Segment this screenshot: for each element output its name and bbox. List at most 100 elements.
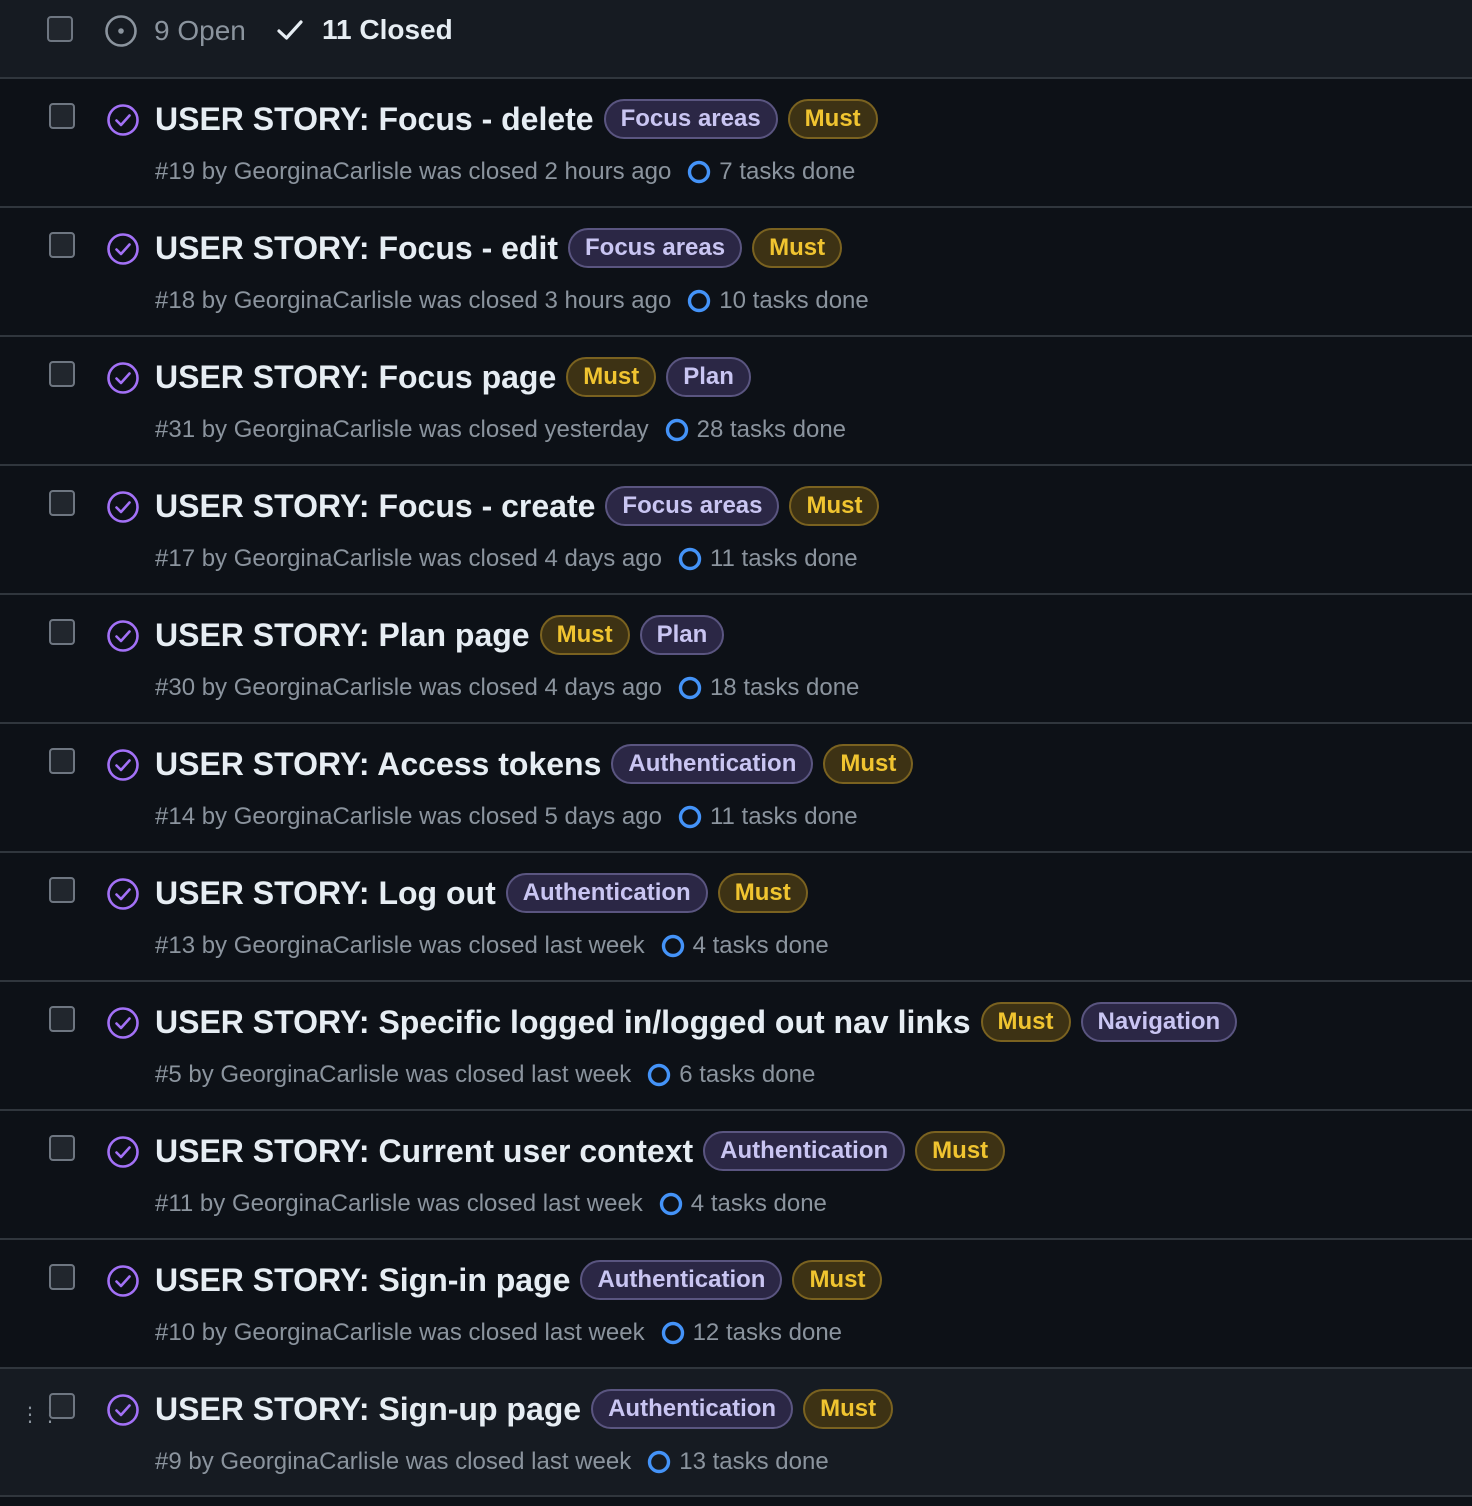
- issue-label[interactable]: Must: [823, 744, 914, 784]
- issue-title-link[interactable]: USER STORY: Current user context: [155, 1133, 693, 1170]
- issue-label[interactable]: Plan: [639, 615, 725, 655]
- issue-label[interactable]: Must: [717, 873, 808, 913]
- task-progress-icon: [688, 160, 711, 184]
- issue-label[interactable]: Must: [789, 486, 880, 526]
- issue-meta-text: #17 by GeorginaCarlisle was closed 4 day…: [155, 545, 662, 572]
- tasks-done-text[interactable]: 13 tasks done: [679, 1448, 828, 1476]
- issue-checkbox[interactable]: [49, 877, 75, 903]
- tasks-done-text[interactable]: 6 tasks done: [679, 1061, 815, 1089]
- issue-meta-text: #5 by GeorginaCarlisle was closed last w…: [155, 1061, 632, 1088]
- issue-label[interactable]: Must: [980, 1002, 1071, 1042]
- issue-label[interactable]: Must: [787, 99, 878, 139]
- issue-label[interactable]: Authentication: [611, 744, 814, 784]
- tasks-done-text[interactable]: 28 tasks done: [697, 416, 846, 444]
- issue-label[interactable]: Must: [752, 228, 843, 268]
- issue-meta-text: #11 by GeorginaCarlisle was closed last …: [155, 1190, 643, 1217]
- issue-label[interactable]: Authentication: [505, 873, 708, 913]
- issue-meta: #31 by GeorginaCarlisle was closed yeste…: [155, 416, 846, 444]
- issue-meta-text: #18 by GeorginaCarlisle was closed 3 hou…: [155, 287, 672, 314]
- issue-checkbox[interactable]: [49, 1393, 75, 1419]
- issue-label[interactable]: Authentication: [703, 1131, 906, 1171]
- issue-title-link[interactable]: USER STORY: Focus - create: [155, 488, 595, 525]
- issue-row[interactable]: USER STORY: Log out Authentication Must #…: [0, 853, 1472, 982]
- issue-row[interactable]: USER STORY: Sign-in page Authentication M…: [0, 1240, 1472, 1369]
- issue-meta: #10 by GeorginaCarlisle was closed last …: [155, 1319, 842, 1347]
- tasks-done-text[interactable]: 18 tasks done: [710, 674, 859, 702]
- issue-label[interactable]: Navigation: [1080, 1002, 1238, 1042]
- issue-title-line: USER STORY: Focus - delete Focus areas Mu…: [155, 99, 888, 139]
- issue-checkbox[interactable]: [49, 619, 75, 645]
- issue-row[interactable]: USER STORY: Current user context Authent…: [0, 1111, 1472, 1240]
- issue-row[interactable]: USER STORY: Focus - edit Focus areas Must…: [0, 208, 1472, 337]
- issue-meta: #9 by GeorginaCarlisle was closed last w…: [155, 1448, 829, 1476]
- tasks-done-text[interactable]: 11 tasks done: [710, 545, 858, 573]
- issue-title-line: USER STORY: Sign-in page Authentication M…: [155, 1260, 892, 1300]
- issue-row[interactable]: USER STORY: Access tokens Authentication…: [0, 724, 1472, 853]
- issue-label[interactable]: Plan: [666, 357, 751, 397]
- issue-row[interactable]: USER STORY: Focus - delete Focus areas Mu…: [0, 79, 1472, 208]
- tasks-done-text[interactable]: 4 tasks done: [691, 1190, 827, 1218]
- issue-label[interactable]: Must: [915, 1131, 1006, 1171]
- issue-closed-icon: [107, 1007, 139, 1039]
- task-progress-icon: [659, 1192, 682, 1216]
- tab-open-issues[interactable]: 9 Open: [104, 14, 246, 48]
- issue-row[interactable]: USER STORY: Focus page Must Plan #31 by G…: [0, 337, 1472, 466]
- issue-title-link[interactable]: USER STORY: Specific logged in/logged ou…: [155, 1004, 971, 1041]
- issue-checkbox[interactable]: [49, 103, 75, 129]
- issue-title-link[interactable]: USER STORY: Log out: [155, 875, 496, 912]
- tasks-done-text[interactable]: 10 tasks done: [719, 287, 868, 315]
- issue-label[interactable]: Must: [803, 1389, 894, 1429]
- issue-label[interactable]: Authentication: [580, 1260, 783, 1300]
- issue-title-link[interactable]: USER STORY: Access tokens: [155, 746, 601, 783]
- task-progress-icon: [665, 418, 688, 442]
- issue-label[interactable]: Focus areas: [605, 486, 780, 526]
- tab-closed-issues[interactable]: 11 Closed: [276, 14, 453, 46]
- issue-checkbox[interactable]: [49, 232, 75, 258]
- issue-open-icon: [105, 15, 137, 47]
- issue-row[interactable]: USER STORY: Plan page Must Plan #30 by Ge…: [0, 595, 1472, 724]
- issue-meta: #30 by GeorginaCarlisle was closed 4 day…: [155, 674, 859, 702]
- issue-label[interactable]: Focus areas: [603, 99, 778, 139]
- issue-title-link[interactable]: USER STORY: Sign-in page: [155, 1262, 570, 1299]
- issue-row[interactable]: USER STORY: Focus - create Focus areas Mu…: [0, 466, 1472, 595]
- select-all-checkbox[interactable]: [47, 16, 73, 42]
- issue-checkbox[interactable]: [49, 361, 75, 387]
- issue-row[interactable]: USER STORY: Specific logged in/logged ou…: [0, 982, 1472, 1111]
- issue-checkbox[interactable]: [49, 1006, 75, 1032]
- issue-list: USER STORY: Focus - delete Focus areas Mu…: [0, 79, 1472, 1497]
- issue-closed-icon: [107, 1394, 139, 1426]
- issue-title-link[interactable]: USER STORY: Sign-up page: [155, 1391, 581, 1428]
- issue-label[interactable]: Must: [539, 615, 630, 655]
- tasks-done-text[interactable]: 11 tasks done: [710, 803, 858, 831]
- issue-checkbox[interactable]: [49, 490, 75, 516]
- tasks-done-text[interactable]: 7 tasks done: [719, 158, 855, 186]
- issue-title-line: USER STORY: Plan page Must Plan: [155, 615, 734, 655]
- task-progress-icon: [678, 676, 702, 700]
- issue-closed-icon: [107, 878, 139, 910]
- issue-checkbox[interactable]: [49, 1135, 75, 1161]
- tab-closed-label: 11 Closed: [322, 14, 453, 45]
- issue-checkbox[interactable]: [49, 1264, 75, 1290]
- issues-list-header: 9 Open 11 Closed: [0, 0, 1472, 79]
- issue-checkbox[interactable]: [49, 748, 75, 774]
- issue-label[interactable]: Must: [792, 1260, 883, 1300]
- task-progress-icon: [688, 289, 711, 313]
- issue-title-link[interactable]: USER STORY: Focus - delete: [155, 101, 594, 138]
- issue-title-link[interactable]: USER STORY: Plan page: [155, 617, 530, 654]
- task-progress-icon: [678, 547, 702, 571]
- issue-title-link[interactable]: USER STORY: Focus page: [155, 359, 556, 396]
- issue-label[interactable]: Focus areas: [568, 228, 743, 268]
- issue-label[interactable]: Authentication: [591, 1389, 794, 1429]
- issue-label[interactable]: Must: [566, 357, 657, 397]
- issue-meta: #19 by GeorginaCarlisle was closed 2 hou…: [155, 158, 855, 186]
- issue-meta-text: #31 by GeorginaCarlisle was closed yeste…: [155, 416, 649, 443]
- tasks-done-text[interactable]: 4 tasks done: [693, 932, 829, 960]
- tasks-done-text[interactable]: 12 tasks done: [693, 1319, 842, 1347]
- issue-row[interactable]: ⋮⋮ USER STORY: Sign-up page Authenticati…: [0, 1369, 1472, 1497]
- issue-title-line: USER STORY: Log out Authentication Must: [155, 873, 818, 913]
- issue-title-line: USER STORY: Specific logged in/logged ou…: [155, 1002, 1247, 1042]
- issue-title-line: USER STORY: Access tokens Authentication…: [155, 744, 923, 784]
- issue-meta-text: #9 by GeorginaCarlisle was closed last w…: [155, 1448, 632, 1475]
- issue-title-link[interactable]: USER STORY: Focus - edit: [155, 230, 558, 267]
- issue-title-line: USER STORY: Focus - create Focus areas Mu…: [155, 486, 889, 526]
